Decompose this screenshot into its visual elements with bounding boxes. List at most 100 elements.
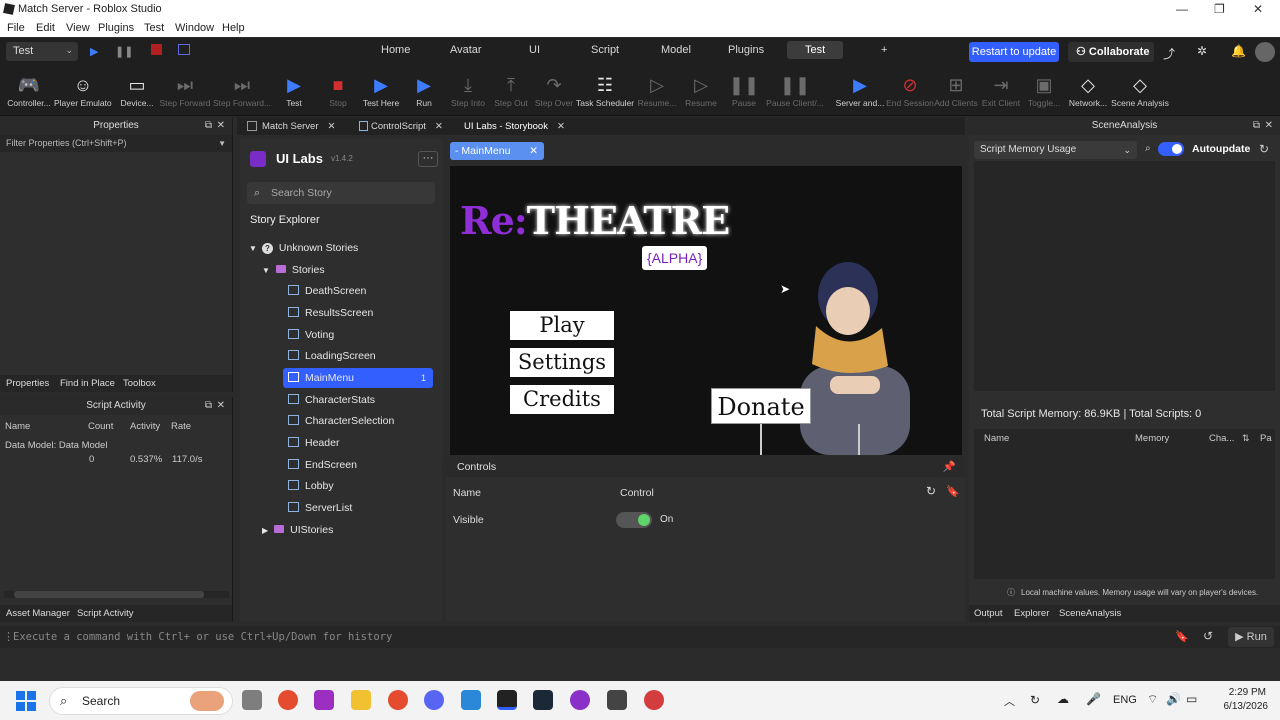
taskbar-search[interactable]: ⌕ Search bbox=[49, 687, 233, 715]
tab-control-script[interactable]: ControlScript ✕ bbox=[371, 121, 443, 132]
play-button[interactable]: Play bbox=[510, 311, 614, 340]
filter-properties-input[interactable]: Filter Properties (Ctrl+Shift+P) ▼ bbox=[0, 135, 232, 152]
chrome-icon[interactable] bbox=[278, 690, 298, 710]
search-icon[interactable]: ⌕ bbox=[1145, 143, 1151, 154]
donate-button[interactable]: Donate bbox=[711, 388, 811, 424]
app-icon[interactable] bbox=[314, 690, 334, 710]
tab-toolbox[interactable]: Toolbox bbox=[123, 378, 156, 389]
tree-uistories-folder[interactable]: ▶ UIStories bbox=[262, 520, 333, 540]
command-bar[interactable]: ⋮ Execute a command with Ctrl+ or use Ct… bbox=[0, 626, 1280, 648]
popout-icon[interactable]: ⧉ bbox=[205, 117, 212, 135]
list-item[interactable]: ServerList bbox=[288, 498, 352, 518]
discord-icon[interactable] bbox=[424, 690, 444, 710]
menu-edit[interactable]: Edit bbox=[36, 22, 55, 34]
list-item[interactable]: Header bbox=[288, 433, 339, 453]
refresh-icon[interactable]: ↻ bbox=[1030, 693, 1040, 707]
windows-start-icon[interactable] bbox=[16, 691, 36, 711]
chevron-up-icon[interactable]: ︿ bbox=[1004, 693, 1015, 709]
scrollbar-thumb[interactable] bbox=[14, 591, 204, 598]
minimize-icon[interactable]: — bbox=[1176, 2, 1188, 16]
wifi-icon[interactable]: ⌔ bbox=[1147, 692, 1158, 707]
menu-file[interactable]: File bbox=[7, 22, 25, 34]
menu-window[interactable]: Window bbox=[175, 22, 214, 34]
stop-small-icon[interactable] bbox=[151, 44, 162, 55]
vscode-icon[interactable] bbox=[461, 690, 481, 710]
settings-button[interactable]: Settings bbox=[510, 348, 614, 377]
steam-icon[interactable] bbox=[533, 690, 553, 710]
cloud-icon[interactable]: ☁ bbox=[1057, 692, 1069, 706]
menu-plugins[interactable]: Plugins bbox=[98, 22, 134, 34]
tab-ui-labs-storybook[interactable]: UI Labs - Storybook ✕ bbox=[464, 121, 565, 132]
clock-date[interactable]: 6/13/2026 bbox=[1216, 701, 1269, 712]
history-icon[interactable]: ↺ bbox=[1203, 629, 1213, 643]
app-icon[interactable] bbox=[607, 690, 627, 710]
chrome-icon[interactable] bbox=[388, 690, 408, 710]
list-item[interactable]: EndScreen bbox=[288, 455, 357, 475]
autoupdate-toggle[interactable] bbox=[1158, 142, 1184, 156]
visible-toggle[interactable] bbox=[616, 512, 652, 528]
more-options-icon[interactable]: ··· bbox=[418, 151, 438, 167]
tab-script-activity[interactable]: Script Activity bbox=[77, 608, 134, 619]
share-icon[interactable]: ⤴ bbox=[1163, 45, 1175, 62]
tab-properties[interactable]: Properties bbox=[6, 378, 49, 389]
avatar[interactable] bbox=[1255, 42, 1275, 62]
app-icon[interactable] bbox=[644, 690, 664, 710]
menu-help[interactable]: Help bbox=[222, 22, 245, 34]
github-icon[interactable] bbox=[570, 690, 590, 710]
close-icon[interactable]: ✕ bbox=[529, 142, 538, 160]
analysis-type-select[interactable]: Script Memory Usage ⌄ bbox=[974, 141, 1137, 159]
column-memory[interactable]: Memory bbox=[1135, 433, 1169, 444]
list-item[interactable]: DeathScreen bbox=[288, 281, 366, 301]
menu-test[interactable]: Test bbox=[144, 22, 164, 34]
table-row[interactable]: Data Model: Data Model 0 0.537% 117.0/s bbox=[0, 435, 232, 465]
task-view-icon[interactable] bbox=[242, 690, 262, 710]
tab-ui[interactable]: UI bbox=[529, 44, 540, 56]
column-name[interactable]: Name bbox=[984, 433, 1009, 444]
story-tab-mainmenu[interactable]: - MainMenu ✕ bbox=[450, 142, 544, 160]
credits-button[interactable]: Credits bbox=[510, 385, 614, 414]
refresh-icon[interactable]: ↻ bbox=[1259, 142, 1269, 156]
tree-stories-folder[interactable]: ▼ Stories bbox=[262, 260, 325, 280]
close-icon[interactable]: ✕ bbox=[328, 121, 336, 132]
restart-to-update-button[interactable]: Restart to update bbox=[969, 42, 1059, 62]
task-scheduler-button[interactable]: ☷ Task Scheduler bbox=[576, 72, 634, 108]
tab-asset-manager[interactable]: Asset Manager bbox=[6, 608, 70, 619]
scene-analysis-button[interactable]: ◇ Scene Analysis bbox=[1108, 72, 1172, 108]
roblox-studio-icon[interactable] bbox=[497, 690, 517, 710]
play-small-icon[interactable]: ▶ bbox=[90, 45, 98, 58]
close-icon[interactable]: ✕ bbox=[217, 397, 225, 415]
list-item[interactable]: CharacterStats bbox=[288, 390, 375, 410]
sort-icon[interactable]: ⇅ bbox=[1242, 433, 1250, 444]
step-forward-button[interactable]: ⏭ Step Forward bbox=[156, 72, 214, 108]
list-item-selected[interactable]: MainMenu 1 bbox=[283, 368, 433, 388]
reset-icon[interactable]: ↻ bbox=[926, 484, 936, 498]
clock-time[interactable]: 2:29 PM bbox=[1226, 687, 1266, 698]
tab-match-server[interactable]: Match Server ✕ bbox=[262, 121, 335, 132]
tab-explorer[interactable]: Explorer bbox=[1014, 608, 1049, 619]
popout-icon[interactable]: ⧉ bbox=[205, 397, 212, 415]
close-icon[interactable]: ✕ bbox=[557, 121, 565, 132]
tree-unknown-stories[interactable]: ▼? Unknown Stories bbox=[249, 238, 358, 258]
pause-client-button[interactable]: ❚❚ Pause Client/... bbox=[766, 72, 824, 108]
settings-icon[interactable]: ✲ bbox=[1197, 44, 1207, 58]
tab-find-in-place[interactable]: Find in Place bbox=[60, 378, 115, 389]
screen-small-icon[interactable] bbox=[178, 44, 190, 55]
tab-script[interactable]: Script bbox=[591, 44, 619, 56]
collaborate-button[interactable]: ⚇ Collaborate bbox=[1068, 42, 1154, 62]
microphone-icon[interactable]: 🎤 bbox=[1086, 692, 1101, 706]
close-icon[interactable]: ✕ bbox=[217, 117, 225, 135]
tab-output[interactable]: Output bbox=[974, 608, 1003, 619]
mode-select[interactable]: Test ⌄ bbox=[6, 42, 78, 61]
column-change[interactable]: Cha... bbox=[1209, 433, 1234, 444]
controller-button[interactable]: 🎮 Controller... bbox=[0, 72, 58, 108]
popout-icon[interactable]: ⧉ bbox=[1253, 117, 1260, 135]
tab-test[interactable]: Test bbox=[787, 41, 844, 59]
list-item[interactable]: Lobby bbox=[288, 476, 334, 496]
battery-icon[interactable]: ▭ bbox=[1186, 692, 1197, 706]
bookmark-icon[interactable]: 🔖 bbox=[1175, 630, 1189, 643]
player-emulator-button[interactable]: ☺ Player Emulator bbox=[54, 72, 112, 108]
pause-small-icon[interactable]: ❚❚ bbox=[115, 45, 133, 58]
close-icon[interactable]: ✕ bbox=[1265, 117, 1273, 135]
tab-plugins[interactable]: Plugins bbox=[728, 44, 764, 56]
pin-icon[interactable]: 📌 bbox=[943, 457, 956, 477]
